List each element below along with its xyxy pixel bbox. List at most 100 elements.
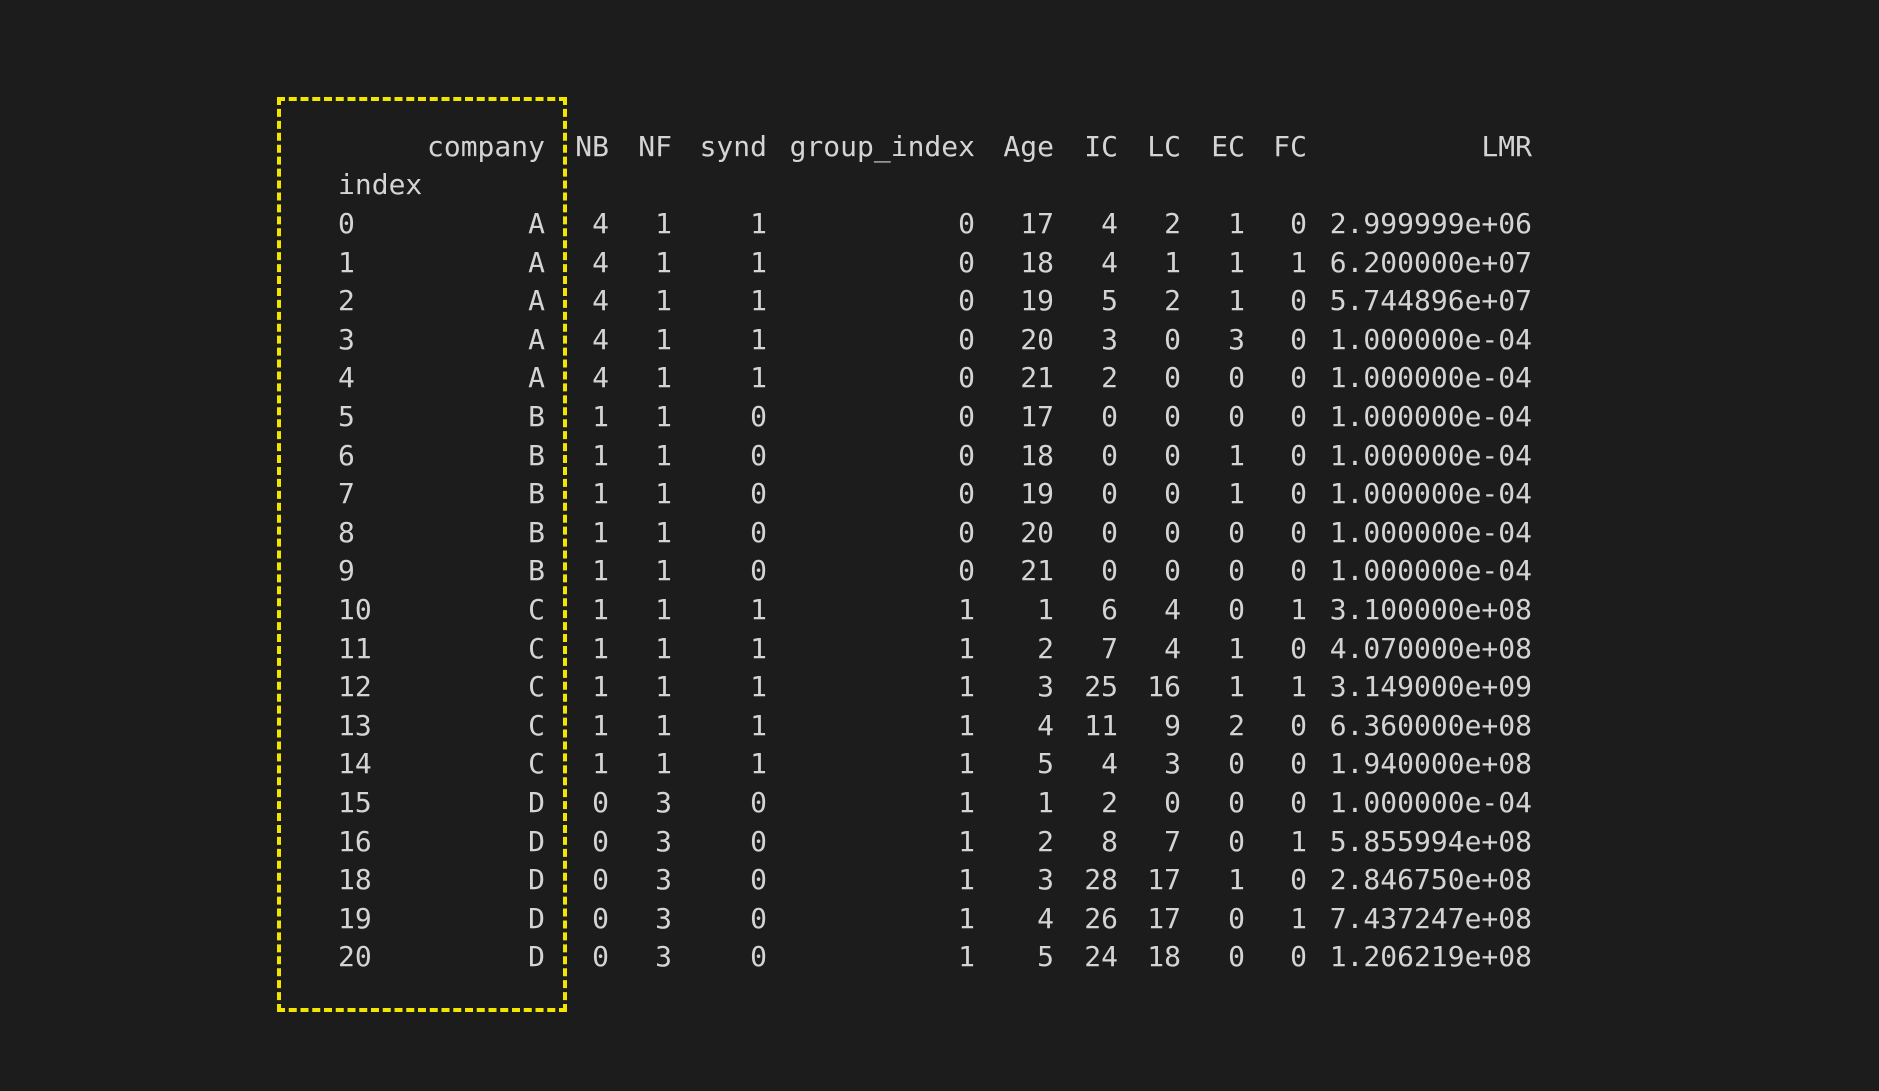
cell-nf: 3 <box>655 786 672 819</box>
cell-lc: 17 <box>1147 901 1181 935</box>
dataframe-output: company NB NF synd group_index Age IC LC EC FC LMR… <box>0 0 1879 1091</box>
column-header-synd: synd <box>699 130 767 163</box>
cell-fc: 0 <box>1290 786 1307 819</box>
cell-ic: 2 <box>1101 361 1118 395</box>
cell-lmr: 1.000000e-04 <box>1329 322 1532 356</box>
cell-ic: 4 <box>1101 245 1118 279</box>
cell-synd: 0 <box>750 824 767 858</box>
row-index: 7 <box>338 477 355 511</box>
cell-company: C <box>528 631 545 665</box>
cell-company: C <box>528 708 545 742</box>
cell-ic: 0 <box>1101 515 1118 549</box>
cell-fc: 0 <box>1290 284 1307 318</box>
cell-age: 19 <box>1020 477 1054 511</box>
cell-group-index: 1 <box>958 940 975 974</box>
column-header-ec: EC <box>1211 130 1245 163</box>
cell-fc: 0 <box>1290 361 1307 395</box>
row-index: 0 <box>338 207 355 240</box>
cell-nb: 0 <box>592 824 609 858</box>
cell-synd: 1 <box>750 747 767 781</box>
cell-company: C <box>528 747 545 781</box>
cell-lc: 3 <box>1164 747 1181 781</box>
cell-ic: 2 <box>1101 786 1118 819</box>
cell-ic: 28 <box>1084 863 1118 897</box>
cell-nb: 4 <box>592 322 609 356</box>
cell-fc: 0 <box>1290 515 1307 549</box>
cell-nf: 1 <box>655 245 672 279</box>
row-index: 11 <box>338 631 372 665</box>
row-index: 16 <box>338 824 372 858</box>
cell-ec: 0 <box>1228 554 1245 588</box>
cell-synd: 0 <box>750 400 767 433</box>
cell-company: D <box>528 940 545 974</box>
cell-ic: 0 <box>1101 438 1118 472</box>
cell-company: A <box>528 361 545 395</box>
row-index: 2 <box>338 284 355 318</box>
cell-group-index: 1 <box>958 708 975 742</box>
cell-group-index: 1 <box>958 786 975 819</box>
cell-synd: 0 <box>750 438 767 472</box>
cell-group-index: 0 <box>958 245 975 279</box>
cell-fc: 0 <box>1290 322 1307 356</box>
cell-ic: 0 <box>1101 477 1118 511</box>
cell-synd: 0 <box>750 554 767 588</box>
cell-nf: 1 <box>655 207 672 240</box>
cell-age: 17 <box>1020 400 1054 433</box>
cell-fc: 0 <box>1290 940 1307 974</box>
cell-lc: 2 <box>1164 284 1181 318</box>
cell-ic: 11 <box>1084 708 1118 742</box>
row-index: 10 <box>338 593 372 626</box>
cell-synd: 0 <box>750 477 767 511</box>
cell-ec: 2 <box>1228 708 1245 742</box>
cell-lc: 4 <box>1164 631 1181 665</box>
cell-ic: 24 <box>1084 940 1118 974</box>
cell-ic: 5 <box>1101 284 1118 318</box>
cell-fc: 1 <box>1290 593 1307 626</box>
cell-group-index: 0 <box>958 438 975 472</box>
cell-group-index: 1 <box>958 593 975 626</box>
cell-nf: 1 <box>655 631 672 665</box>
column-header-group-index: group_index <box>789 130 975 163</box>
cell-nf: 3 <box>655 863 672 897</box>
column-header-nf: NF <box>638 130 672 163</box>
cell-group-index: 1 <box>958 824 975 858</box>
cell-nf: 1 <box>655 554 672 588</box>
cell-lmr: 5.744896e+07 <box>1329 284 1532 318</box>
cell-fc: 0 <box>1290 207 1307 240</box>
cell-fc: 0 <box>1290 554 1307 588</box>
cell-lmr: 3.100000e+08 <box>1329 593 1532 626</box>
cell-nb: 0 <box>592 901 609 935</box>
column-header-fc: FC <box>1273 130 1307 163</box>
cell-company: B <box>528 400 545 433</box>
cell-nb: 4 <box>592 361 609 395</box>
cell-nf: 1 <box>655 400 672 433</box>
cell-ic: 26 <box>1084 901 1118 935</box>
cell-synd: 0 <box>750 863 767 897</box>
cell-nb: 1 <box>592 438 609 472</box>
cell-group-index: 1 <box>958 747 975 781</box>
cell-nf: 1 <box>655 670 672 704</box>
cell-age: 5 <box>1037 940 1054 974</box>
cell-ec: 0 <box>1228 361 1245 395</box>
cell-lmr: 1.940000e+08 <box>1329 747 1532 781</box>
cell-company: D <box>528 863 545 897</box>
cell-age: 21 <box>1020 361 1054 395</box>
cell-nb: 1 <box>592 554 609 588</box>
cell-ec: 0 <box>1228 824 1245 858</box>
cell-lmr: 1.206219e+08 <box>1329 940 1532 974</box>
index-name-label: index <box>338 168 423 201</box>
cell-company: C <box>528 593 545 626</box>
cell-ic: 8 <box>1101 824 1118 858</box>
cell-group-index: 0 <box>958 322 975 356</box>
cell-synd: 1 <box>750 207 767 240</box>
cell-fc: 0 <box>1290 400 1307 433</box>
cell-lmr: 5.855994e+08 <box>1329 824 1532 858</box>
cell-lmr: 6.360000e+08 <box>1329 708 1532 742</box>
cell-lc: 18 <box>1147 940 1181 974</box>
cell-ec: 0 <box>1228 593 1245 626</box>
cell-lmr: 2.999999e+06 <box>1329 207 1532 240</box>
cell-company: B <box>528 438 545 472</box>
cell-ec: 1 <box>1228 207 1245 240</box>
cell-lc: 1 <box>1164 245 1181 279</box>
cell-age: 2 <box>1037 631 1054 665</box>
